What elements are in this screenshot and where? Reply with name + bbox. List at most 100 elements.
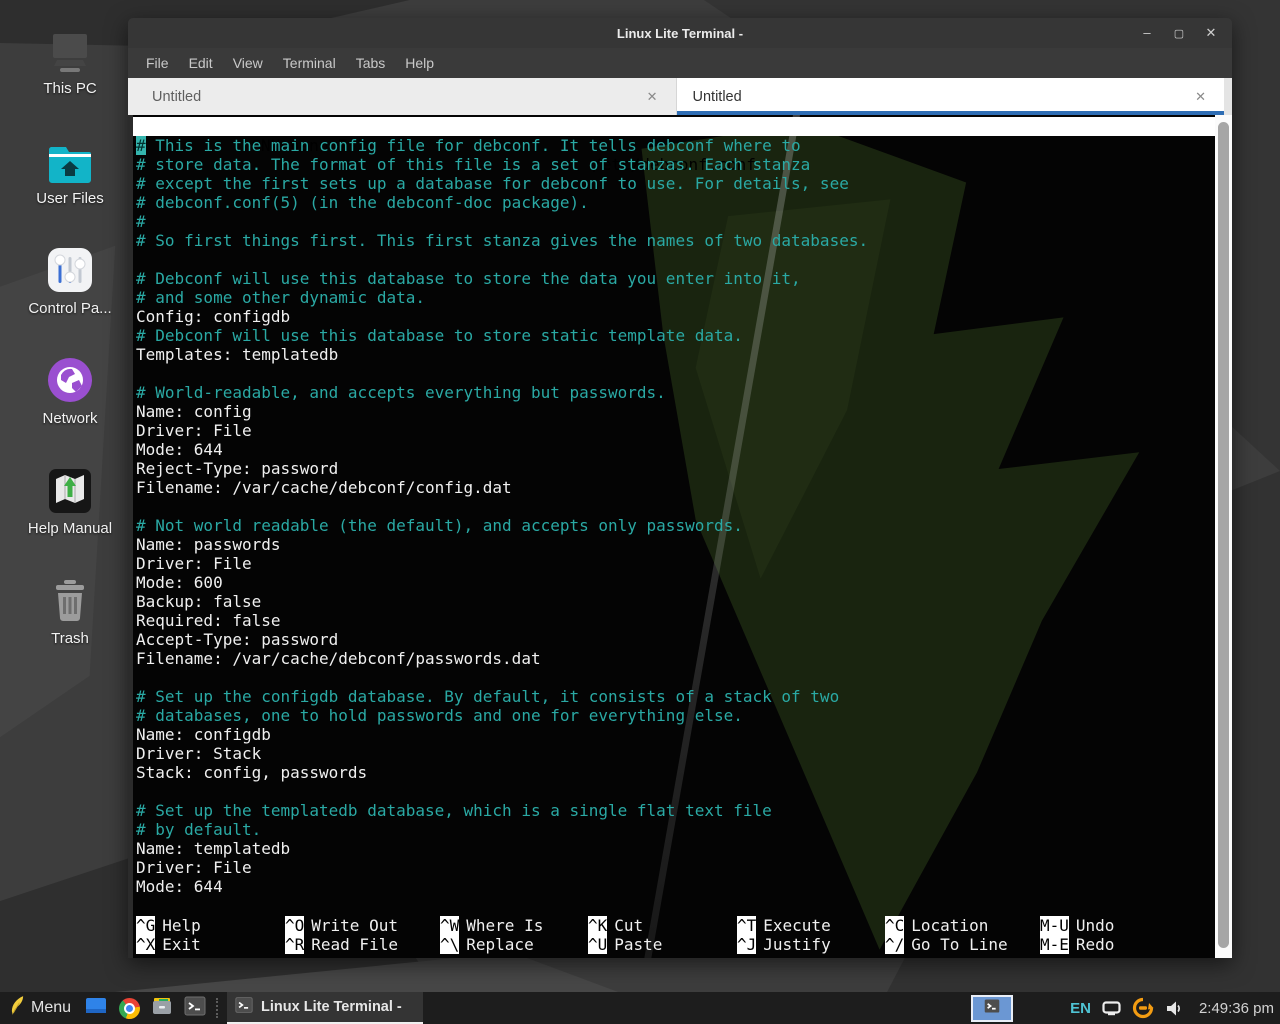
- terminal-line: # So first things first. This first stan…: [136, 231, 1215, 250]
- chrome-icon: [119, 998, 140, 1019]
- shortcut: ^RRead File: [285, 935, 440, 954]
- clock[interactable]: 2:49:36 pm: [1199, 1000, 1274, 1017]
- menu-edit[interactable]: Edit: [179, 51, 223, 75]
- scrollbar-thumb[interactable]: [1218, 122, 1229, 948]
- terminal-launcher[interactable]: [183, 996, 207, 1020]
- desktop-icon-user-files[interactable]: User Files: [10, 134, 130, 207]
- desktop-icon-label: Help Manual: [10, 520, 130, 537]
- terminal-line: [136, 250, 1215, 269]
- desktop-icon-trash[interactable]: Trash: [10, 574, 130, 647]
- shortcut: ^KCut: [588, 916, 737, 935]
- window-titlebar[interactable]: Linux Lite Terminal -: [128, 18, 1232, 48]
- show-desktop-button[interactable]: [84, 996, 108, 1020]
- shortcut-row: ^GHelp^OWrite Out^WWhere Is^KCut^TExecut…: [136, 916, 1215, 935]
- shortcut: ^CLocation: [885, 916, 1040, 935]
- terminal-line: Name: passwords: [136, 535, 1215, 554]
- task-button-label: Linux Lite Terminal -: [261, 999, 402, 1015]
- desktop-icon-this-pc[interactable]: This PC: [10, 24, 130, 97]
- tab-label: Untitled: [677, 89, 742, 105]
- terminal-line: Mode: 644: [136, 440, 1215, 459]
- menu-help[interactable]: Help: [395, 51, 444, 75]
- menu-button[interactable]: Menu: [6, 993, 75, 1023]
- terminal-line: Driver: Stack: [136, 744, 1215, 763]
- tab-untitled-1[interactable]: Untitled ✕: [128, 78, 677, 115]
- tab-close-icon[interactable]: ✕: [1195, 89, 1224, 105]
- menu-tabs[interactable]: Tabs: [346, 51, 396, 75]
- terminal-line: Templates: templatedb: [136, 345, 1215, 364]
- window-title: Linux Lite Terminal -: [617, 26, 743, 41]
- terminal-line: Mode: 644: [136, 877, 1215, 896]
- terminal-window: Linux Lite Terminal - File Edit View Ter…: [128, 18, 1232, 958]
- terminal-icon: [235, 996, 253, 1019]
- terminal-icon: [984, 998, 1000, 1019]
- terminal-line: Config: configdb: [136, 307, 1215, 326]
- network-globe-icon: [10, 354, 130, 404]
- terminal-line: Stack: config, passwords: [136, 763, 1215, 782]
- shortcut: ^/Go To Line: [885, 935, 1040, 954]
- menu-button-label: Menu: [31, 999, 71, 1017]
- terminal-line: Backup: false: [136, 592, 1215, 611]
- system-tray: EN 2:49:36 pm: [1070, 997, 1274, 1019]
- maximize-button[interactable]: [1170, 24, 1188, 42]
- menu-file[interactable]: File: [136, 51, 179, 75]
- workspace-switcher[interactable]: [971, 995, 1013, 1022]
- terminal-line: Name: config: [136, 402, 1215, 421]
- terminal-line: # store data. The format of this file is…: [136, 155, 1215, 174]
- desktop-icon-control-panel[interactable]: Control Pa...: [10, 244, 130, 317]
- volume-tray-icon[interactable]: [1165, 1000, 1184, 1017]
- terminal-line: Name: configdb: [136, 725, 1215, 744]
- terminal-line: # World-readable, and accepts everything…: [136, 383, 1215, 402]
- terminal-line: # Set up the configdb database. By defau…: [136, 687, 1215, 706]
- taskbar: Menu: [0, 992, 1280, 1024]
- terminal-line: Filename: /var/cache/debconf/passwords.d…: [136, 649, 1215, 668]
- terminal-screen[interactable]: GNU nano 7.2 /etc/debconf.conf # This is…: [133, 115, 1215, 958]
- display-settings-tray-icon[interactable]: [1102, 1001, 1121, 1016]
- terminal-line: # Debconf will use this database to stor…: [136, 269, 1215, 288]
- terminal-line: # Not world readable (the default), and …: [136, 516, 1215, 535]
- nano-buffer: # This is the main config file for debco…: [133, 136, 1215, 896]
- terminal-line: [136, 497, 1215, 516]
- taskbar-separator: [216, 998, 218, 1018]
- desktop[interactable]: This PC User Files: [0, 0, 1280, 1024]
- menu-terminal[interactable]: Terminal: [273, 51, 346, 75]
- taskbar-window-button[interactable]: Linux Lite Terminal -: [227, 992, 423, 1024]
- tab-close-icon[interactable]: ✕: [647, 89, 676, 105]
- desktop-icon-help-manual[interactable]: Help Manual: [10, 464, 130, 537]
- file-cabinet-icon: [151, 995, 173, 1022]
- menu-view[interactable]: View: [223, 51, 273, 75]
- tab-bar: Untitled ✕ Untitled ✕: [128, 78, 1232, 115]
- terminal-line: #: [136, 212, 1215, 231]
- terminal-line: [136, 782, 1215, 801]
- close-button[interactable]: [1202, 24, 1220, 42]
- updates-tray-icon[interactable]: [1132, 997, 1154, 1019]
- desktop-icon-network[interactable]: Network: [10, 354, 130, 427]
- minimize-button[interactable]: [1138, 24, 1156, 42]
- desktop-icon-label: User Files: [10, 190, 130, 207]
- chrome-launcher[interactable]: [117, 996, 141, 1020]
- terminal-line: # This is the main config file for debco…: [136, 136, 1215, 155]
- file-manager-launcher[interactable]: [150, 996, 174, 1020]
- window-controls: [1138, 18, 1220, 48]
- shortcut: ^GHelp: [136, 916, 285, 935]
- terminal-line: # and some other dynamic data.: [136, 288, 1215, 307]
- terminal-line: # Set up the templatedb database, which …: [136, 801, 1215, 820]
- terminal-icon: [184, 995, 206, 1022]
- terminal-line: Accept-Type: password: [136, 630, 1215, 649]
- shortcut: ^JJustify: [737, 935, 885, 954]
- tab-label: Untitled: [128, 89, 201, 105]
- shortcut: M-UUndo: [1040, 916, 1215, 935]
- terminal-line: Driver: File: [136, 858, 1215, 877]
- shortcut: ^WWhere Is: [440, 916, 588, 935]
- linux-lite-feather-icon: [10, 995, 25, 1021]
- keyboard-layout-indicator[interactable]: EN: [1070, 1000, 1091, 1017]
- tab-untitled-2[interactable]: Untitled ✕: [677, 78, 1225, 115]
- terminal-line: # Debconf will use this database to stor…: [136, 326, 1215, 345]
- terminal-line: [136, 668, 1215, 687]
- desktop-icon-label: Trash: [10, 630, 130, 647]
- terminal-line: # debconf.conf(5) (in the debconf-doc pa…: [136, 193, 1215, 212]
- menubar: File Edit View Terminal Tabs Help: [128, 48, 1232, 78]
- desktop-icon-label: This PC: [10, 80, 130, 97]
- control-panel-icon: [10, 244, 130, 294]
- shortcut-row: ^XExit^RRead File^\Replace^UPaste^JJusti…: [136, 935, 1215, 954]
- terminal-scrollbar[interactable]: [1215, 115, 1232, 958]
